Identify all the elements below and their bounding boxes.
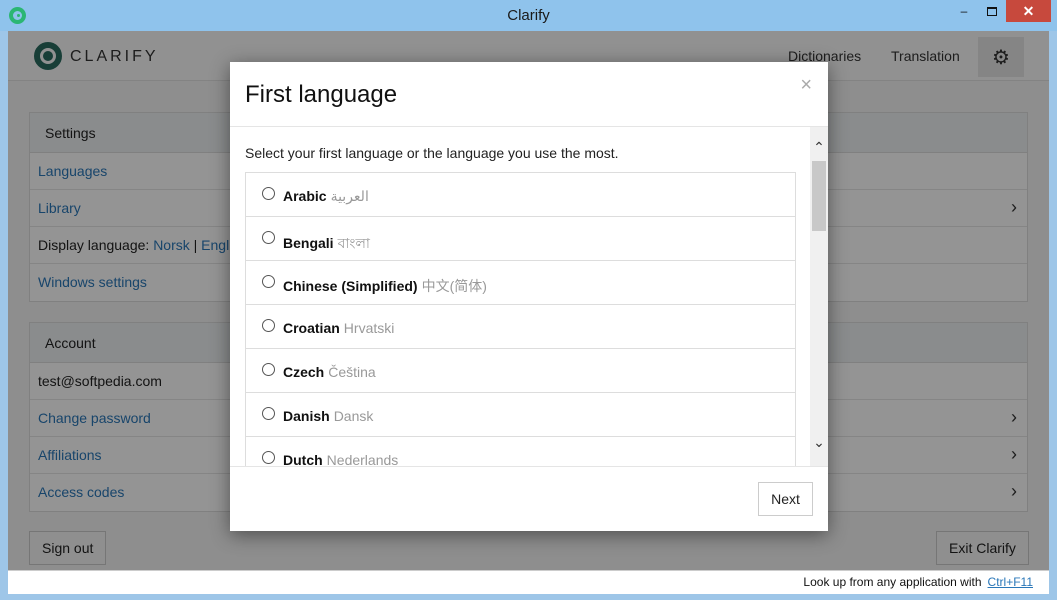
- language-name: Arabic: [283, 188, 327, 204]
- language-name: Bengali: [283, 235, 334, 251]
- language-native-name: বাংলা: [337, 235, 370, 251]
- radio-button[interactable]: [262, 451, 275, 464]
- language-option-croatian[interactable]: Croatian Hrvatski: [246, 305, 795, 349]
- radio-button[interactable]: [262, 319, 275, 332]
- language-option-danish[interactable]: Danish Dansk: [246, 393, 795, 437]
- language-name: Danish: [283, 408, 330, 424]
- close-window-button[interactable]: ✕: [1006, 0, 1051, 22]
- radio-button[interactable]: [262, 275, 275, 288]
- radio-button[interactable]: [262, 407, 275, 420]
- dialog-footer-divider: [230, 466, 828, 467]
- radio-button[interactable]: [262, 231, 275, 244]
- radio-button[interactable]: [262, 363, 275, 376]
- language-list: Arabic العربية Bengali বাংলা Chinese (Simp…: [245, 172, 796, 466]
- window-titlebar: Clarify – ✕: [0, 0, 1057, 31]
- status-text: Look up from any application with Ctrl+F1…: [803, 575, 1033, 589]
- dialog-close-button[interactable]: ×: [800, 74, 812, 97]
- status-bar: Look up from any application with Ctrl+F1…: [8, 570, 1049, 594]
- radio-button[interactable]: [262, 187, 275, 200]
- minimize-button[interactable]: –: [950, 0, 978, 22]
- language-name: Dutch: [283, 452, 323, 466]
- language-name: Czech: [283, 364, 325, 380]
- scroll-up-arrow-icon[interactable]: ⌃: [810, 139, 828, 157]
- dialog-intro-text: Select your first language or the langua…: [245, 145, 619, 161]
- language-native-name: Čeština: [328, 364, 376, 380]
- status-message: Look up from any application with: [803, 575, 982, 589]
- dialog-title: First language: [245, 81, 398, 108]
- dialog-body: Select your first language or the langua…: [230, 127, 810, 466]
- language-native-name: Nederlands: [326, 452, 399, 466]
- maximize-button[interactable]: [978, 0, 1006, 22]
- language-option-arabic[interactable]: Arabic العربية: [246, 173, 795, 217]
- maximize-icon: [987, 6, 997, 16]
- scrollbar-thumb[interactable]: [812, 161, 826, 231]
- language-option-dutch[interactable]: Dutch Nederlands: [246, 437, 795, 466]
- language-list-scrollbar[interactable]: ⌃ ⌄: [810, 127, 828, 466]
- language-option-czech[interactable]: Czech Čeština: [246, 349, 795, 393]
- language-name: Croatian: [283, 320, 340, 336]
- language-option-chinese-simplified[interactable]: Chinese (Simplified) 中文(简体): [246, 261, 795, 305]
- language-option-bengali[interactable]: Bengali বাংলা: [246, 217, 795, 261]
- language-name: Chinese (Simplified): [283, 278, 418, 294]
- window-title: Clarify: [507, 7, 550, 24]
- next-button[interactable]: Next: [758, 482, 813, 516]
- first-language-dialog: First language × Select your first langu…: [230, 62, 828, 531]
- shortcut-link[interactable]: Ctrl+F11: [988, 575, 1033, 589]
- language-native-name: العربية: [330, 188, 369, 204]
- language-native-name: Hrvatski: [343, 320, 395, 336]
- language-native-name: 中文(简体): [421, 278, 487, 294]
- scroll-down-arrow-icon[interactable]: ⌄: [810, 434, 828, 452]
- language-native-name: Dansk: [333, 408, 374, 424]
